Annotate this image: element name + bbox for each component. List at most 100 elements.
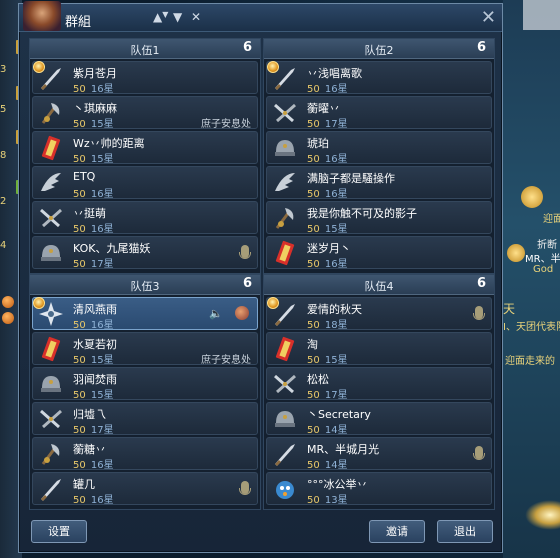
settings-button[interactable]: 设置 bbox=[31, 520, 87, 543]
member-name: 松松 bbox=[307, 373, 329, 386]
member-row[interactable]: 爱情的秋天 50 18星 bbox=[266, 297, 492, 331]
helmet-class-icon bbox=[271, 134, 299, 162]
member-name: 丷挺萌 bbox=[73, 207, 106, 220]
exit-button[interactable]: 退出 bbox=[437, 520, 493, 543]
member-level: 50 16星 bbox=[73, 316, 114, 331]
level-value: 50 bbox=[73, 224, 86, 235]
sword-class-icon bbox=[37, 475, 65, 503]
level-value: 50 bbox=[73, 495, 86, 506]
member-level: 50 14星 bbox=[307, 456, 348, 471]
star-rank: 15星 bbox=[90, 355, 114, 366]
member-row[interactable]: 我是你触不可及的影子 50 15星 bbox=[266, 201, 492, 235]
talisman-class-icon bbox=[271, 239, 299, 267]
close-icon[interactable]: ✕ bbox=[481, 7, 496, 28]
member-name: °°°冰公举丷 bbox=[307, 478, 368, 491]
talk-status-icon[interactable] bbox=[235, 306, 249, 320]
microphone-icon[interactable] bbox=[239, 245, 251, 259]
sword-class-icon bbox=[271, 440, 299, 468]
leader-crown-icon bbox=[33, 297, 45, 309]
npc-emblem-icon bbox=[521, 186, 543, 208]
level-value: 50 bbox=[73, 460, 86, 471]
sort-updown-icon[interactable]: ▲▼ bbox=[153, 10, 168, 24]
team-panel: 队伍2 6 丷浅唱离歌 50 16星 蘅曜丷 50 17星 琥珀 50 16星 满脑子都是騷操作… bbox=[263, 38, 495, 274]
member-name: 水夏若初 bbox=[73, 338, 117, 351]
team-title: 队伍3 bbox=[130, 280, 160, 293]
member-name: 我是你触不可及的影子 bbox=[307, 207, 417, 220]
axe-class-icon bbox=[271, 204, 299, 232]
dual-blade-class-icon bbox=[271, 370, 299, 398]
team-panel: 队伍3 6 清风燕雨 50 16星 🔈 水夏若初 50 15星 庶子安息处 羽闻焚雨 50 15星… bbox=[29, 274, 261, 510]
member-row[interactable]: KOK、九尾猫妖 50 17星 bbox=[32, 236, 258, 270]
member-row[interactable]: 松松 50 17星 bbox=[266, 367, 492, 401]
axe-class-icon bbox=[37, 440, 65, 468]
member-level: 50 16星 bbox=[73, 491, 114, 506]
member-row[interactable]: 归墟乁 50 17星 bbox=[32, 402, 258, 436]
scene-label: 迎面 bbox=[543, 214, 560, 225]
member-name: 罐几 bbox=[73, 478, 95, 491]
member-row[interactable]: °°°冰公举丷 50 13星 bbox=[266, 472, 492, 506]
member-row[interactable]: 罐几 50 16星 bbox=[32, 472, 258, 506]
level-value: 50 bbox=[307, 390, 320, 401]
member-row[interactable]: 紫月苍月 50 16星 bbox=[32, 61, 258, 95]
star-rank: 15星 bbox=[90, 119, 114, 130]
member-location: 庶子安息处 bbox=[201, 119, 251, 130]
member-row[interactable]: 迷岁月丶 50 16星 bbox=[266, 236, 492, 270]
level-value: 50 bbox=[307, 495, 320, 506]
team-header: 队伍3 6 bbox=[30, 275, 260, 295]
speaker-icon[interactable]: 🔈 bbox=[209, 307, 223, 320]
level-value: 50 bbox=[73, 119, 86, 130]
member-row[interactable]: Wz丷帅的距离 50 15星 bbox=[32, 131, 258, 165]
member-row[interactable]: 蘅糖丷 50 16星 bbox=[32, 437, 258, 471]
player-emblem-icon bbox=[507, 244, 525, 262]
leader-crown-icon bbox=[267, 297, 279, 309]
dropdown-arrow-icon[interactable]: ▼ bbox=[173, 10, 182, 24]
invite-button[interactable]: 邀请 bbox=[369, 520, 425, 543]
member-row[interactable]: 清风燕雨 50 16星 🔈 bbox=[32, 297, 258, 331]
member-level: 50 15星 bbox=[73, 351, 114, 366]
level-value: 50 bbox=[73, 355, 86, 366]
star-rank: 16星 bbox=[90, 320, 114, 331]
microphone-icon[interactable] bbox=[473, 446, 485, 460]
level-value: 50 bbox=[73, 154, 86, 165]
orb-icon[interactable] bbox=[2, 296, 14, 308]
member-row[interactable]: MR、半城月光 50 14星 bbox=[266, 437, 492, 471]
member-level: 50 17星 bbox=[307, 386, 348, 401]
star-rank: 13星 bbox=[324, 495, 348, 506]
member-name: 羽闻焚雨 bbox=[73, 373, 117, 386]
microphone-icon[interactable] bbox=[239, 481, 251, 495]
member-row[interactable]: 蘅曜丷 50 17星 bbox=[266, 96, 492, 130]
microphone-icon[interactable] bbox=[473, 306, 485, 320]
scenery-glow bbox=[525, 500, 560, 530]
member-level: 50 17星 bbox=[73, 421, 114, 436]
member-row[interactable]: 满脑子都是騷操作 50 16星 bbox=[266, 166, 492, 200]
scene-label: I、天团代表队 bbox=[503, 322, 560, 333]
member-level: 50 16星 bbox=[307, 80, 348, 95]
member-row[interactable]: 丶琪麻麻 50 15星 庶子安息处 bbox=[32, 96, 258, 130]
star-rank: 16星 bbox=[90, 224, 114, 235]
helmet-class-icon bbox=[37, 370, 65, 398]
member-row[interactable]: ETQ 50 16星 bbox=[32, 166, 258, 200]
member-level: 50 16星 bbox=[307, 150, 348, 165]
member-row[interactable]: 水夏若初 50 15星 庶子安息处 bbox=[32, 332, 258, 366]
member-row[interactable]: 羽闻焚雨 50 15星 bbox=[32, 367, 258, 401]
pet-class-icon bbox=[271, 475, 299, 503]
member-row[interactable]: 丷浅唱离歌 50 16星 bbox=[266, 61, 492, 95]
star-rank: 16星 bbox=[90, 189, 114, 200]
member-row[interactable]: 琥珀 50 16星 bbox=[266, 131, 492, 165]
member-name: KOK、九尾猫妖 bbox=[73, 242, 151, 255]
member-level: 50 16星 bbox=[73, 185, 114, 200]
member-row[interactable]: 丷挺萌 50 16星 bbox=[32, 201, 258, 235]
left-hud-number: 2 bbox=[0, 196, 7, 207]
title-close-icon[interactable]: ✕ bbox=[191, 10, 201, 24]
member-row[interactable]: 淘 50 15星 bbox=[266, 332, 492, 366]
member-level: 50 15星 bbox=[73, 386, 114, 401]
scene-label: MR、半 bbox=[525, 254, 560, 265]
claw-class-icon bbox=[37, 169, 65, 197]
helmet-class-icon bbox=[271, 405, 299, 433]
member-row[interactable]: 丶Secretary 50 14星 bbox=[266, 402, 492, 436]
orb-icon[interactable] bbox=[2, 312, 14, 324]
left-hud-number: 3 bbox=[0, 64, 7, 75]
member-name: MR、半城月光 bbox=[307, 443, 380, 456]
title-bar[interactable]: 群組 ▲▼ ▼ ✕ ✕ bbox=[19, 1, 502, 32]
level-value: 50 bbox=[307, 119, 320, 130]
